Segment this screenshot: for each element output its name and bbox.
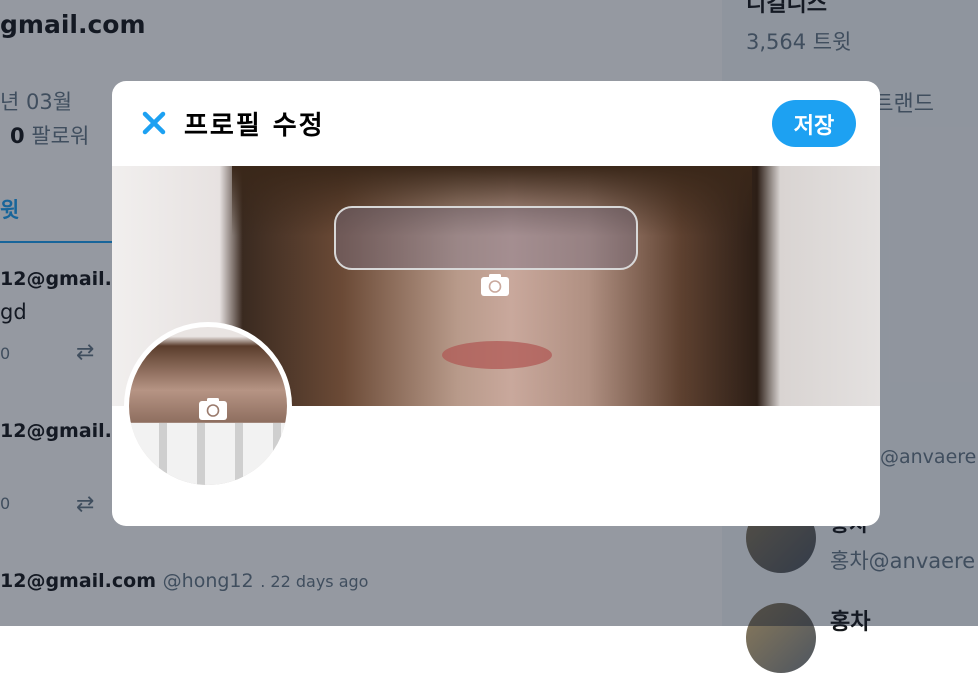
save-button[interactable]: 저장 bbox=[772, 100, 856, 147]
dialog-header: 프로필 수정 저장 bbox=[112, 81, 880, 166]
profile-avatar-frame bbox=[124, 322, 292, 490]
header-image-lips bbox=[442, 341, 552, 369]
close-button[interactable] bbox=[140, 109, 168, 137]
profile-avatar[interactable] bbox=[129, 327, 287, 485]
edit-profile-dialog: 프로필 수정 저장 bbox=[112, 81, 880, 526]
header-image-glasses bbox=[334, 206, 638, 270]
avatar-image-bottles bbox=[129, 423, 287, 485]
close-icon bbox=[142, 111, 166, 135]
camera-icon[interactable] bbox=[198, 397, 228, 421]
camera-icon[interactable] bbox=[480, 273, 510, 297]
dialog-title: 프로필 수정 bbox=[184, 111, 325, 141]
